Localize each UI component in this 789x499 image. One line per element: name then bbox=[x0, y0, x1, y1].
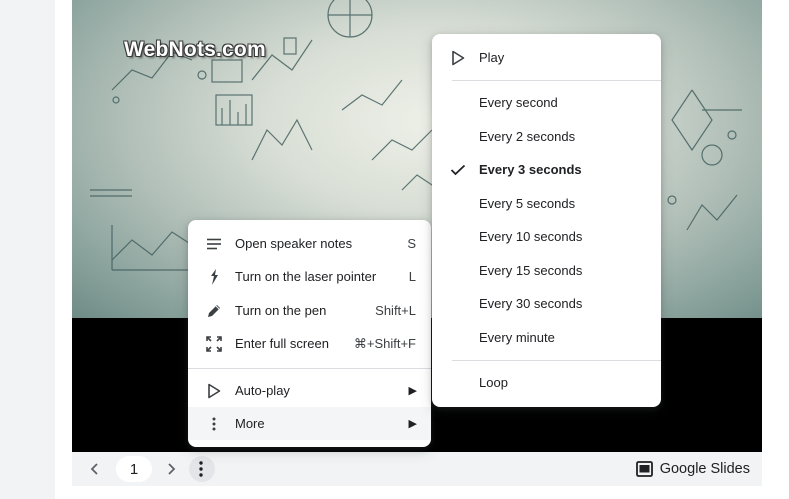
autoplay-option-label: Every 30 seconds bbox=[479, 296, 583, 311]
presentation-options-menu: Open speaker notes S Turn on the laser p… bbox=[188, 220, 431, 447]
play-icon bbox=[449, 49, 467, 67]
autoplay-play-label: Play bbox=[479, 50, 505, 65]
options-menu-button[interactable] bbox=[188, 452, 215, 486]
submenu-arrow-icon: ▶ bbox=[408, 418, 417, 430]
autoplay-option-every-10-seconds[interactable]: Every 10 seconds bbox=[432, 220, 661, 253]
menu-item-label: More bbox=[235, 416, 265, 431]
presenter-nav-bar: 1 Google Slides bbox=[72, 452, 762, 486]
autoplay-loop-item[interactable]: Loop bbox=[432, 366, 661, 399]
next-slide-button[interactable] bbox=[160, 452, 182, 486]
autoplay-loop-label: Loop bbox=[479, 375, 508, 390]
more-vert-icon bbox=[199, 461, 203, 477]
submenu-arrow-icon: ▶ bbox=[408, 385, 417, 397]
more-vert-icon bbox=[205, 415, 223, 433]
autoplay-option-every-5-seconds[interactable]: Every 5 seconds bbox=[432, 187, 661, 220]
chevron-left-icon bbox=[90, 463, 98, 475]
shortcut-label: Shift+L bbox=[375, 303, 416, 318]
slides-logo-icon bbox=[635, 461, 653, 477]
google-slides-link[interactable]: Google Slides bbox=[635, 452, 750, 486]
autoplay-option-every-3-seconds[interactable]: Every 3 seconds bbox=[432, 153, 661, 186]
webnots-logo: WebNots.com bbox=[124, 38, 266, 61]
menu-item-label: Turn on the laser pointer bbox=[235, 269, 377, 284]
autoplay-option-every-15-seconds[interactable]: Every 15 seconds bbox=[432, 254, 661, 287]
autoplay-option-label: Every minute bbox=[479, 330, 555, 345]
current-slide-number[interactable]: 1 bbox=[116, 456, 152, 482]
checkmark-icon bbox=[449, 161, 467, 179]
chevron-right-icon bbox=[168, 463, 176, 475]
autoplay-submenu: Play Every second Every 2 seconds Every … bbox=[432, 34, 661, 407]
menu-item-label: Turn on the pen bbox=[235, 303, 327, 318]
menu-item-laser-pointer[interactable]: Turn on the laser pointer L bbox=[188, 260, 431, 293]
shortcut-label: S bbox=[407, 236, 416, 251]
menu-item-auto-play[interactable]: Auto-play ▶ bbox=[188, 374, 431, 407]
menu-item-label: Auto-play bbox=[235, 383, 290, 398]
play-icon bbox=[205, 382, 223, 400]
laser-pointer-icon bbox=[205, 268, 223, 286]
menu-divider bbox=[452, 360, 661, 361]
autoplay-option-label: Every 5 seconds bbox=[479, 196, 576, 211]
autoplay-option-every-minute[interactable]: Every minute bbox=[432, 321, 661, 354]
menu-divider bbox=[452, 80, 661, 81]
menu-divider bbox=[188, 368, 431, 369]
autoplay-option-label: Every 15 seconds bbox=[479, 263, 583, 278]
menu-item-label: Open speaker notes bbox=[235, 236, 353, 251]
menu-item-label: Enter full screen bbox=[235, 336, 329, 351]
autoplay-option-every-2-seconds[interactable]: Every 2 seconds bbox=[432, 120, 661, 153]
google-slides-label: Google Slides bbox=[659, 461, 750, 477]
shortcut-label: ⌘+Shift+F bbox=[353, 335, 416, 351]
autoplay-option-every-second[interactable]: Every second bbox=[432, 86, 661, 119]
autoplay-play-item[interactable]: Play bbox=[432, 41, 661, 74]
autoplay-option-label: Every second bbox=[479, 95, 558, 110]
menu-item-more[interactable]: More ▶ bbox=[188, 407, 431, 440]
menu-item-full-screen[interactable]: Enter full screen ⌘+Shift+F bbox=[188, 327, 431, 360]
autoplay-option-every-30-seconds[interactable]: Every 30 seconds bbox=[432, 287, 661, 320]
menu-item-speaker-notes[interactable]: Open speaker notes S bbox=[188, 227, 431, 260]
menu-item-pen[interactable]: Turn on the pen Shift+L bbox=[188, 294, 431, 327]
autoplay-option-label: Every 2 seconds bbox=[479, 129, 576, 144]
autoplay-option-label: Every 10 seconds bbox=[479, 229, 583, 244]
shortcut-label: L bbox=[408, 269, 416, 284]
pen-icon bbox=[205, 302, 223, 320]
speaker-notes-icon bbox=[205, 235, 223, 253]
fullscreen-icon bbox=[205, 335, 223, 353]
autoplay-option-label: Every 3 seconds bbox=[479, 162, 582, 177]
previous-slide-button[interactable] bbox=[84, 452, 106, 486]
